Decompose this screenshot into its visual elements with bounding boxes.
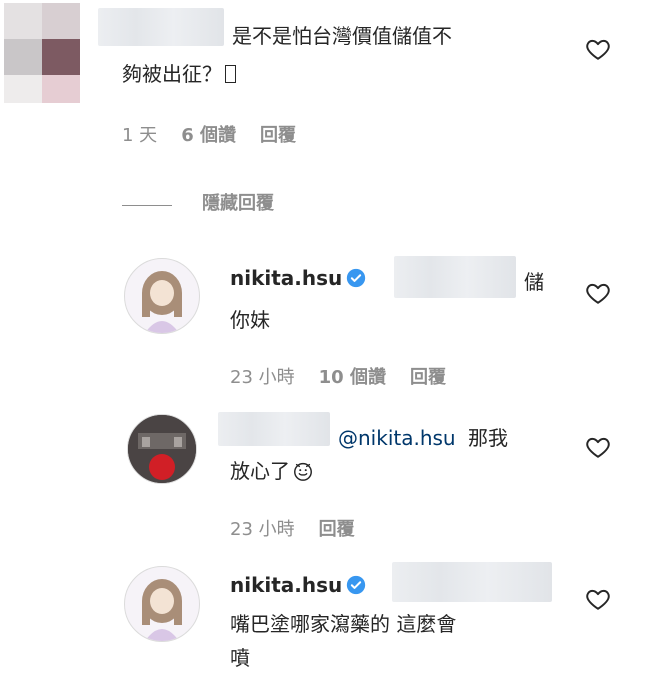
- reply1-username[interactable]: nikita.hsu: [230, 266, 342, 290]
- comment-likes[interactable]: 6 個讚: [181, 125, 236, 146]
- heart-outline-icon[interactable]: [584, 586, 612, 612]
- reply2-text-line2-content: 放心了: [230, 459, 290, 483]
- reply3-text-line1: 嘴巴塗哪家瀉藥的 這麼會: [230, 612, 457, 636]
- reply2-mention-link[interactable]: @nikita.hsu: [338, 426, 456, 450]
- reply2-time[interactable]: 23 小時: [230, 519, 295, 540]
- reply1-text-prefix: 儲: [524, 270, 544, 294]
- reply3-text-line2: 噴: [230, 646, 250, 670]
- hide-replies-divider: [122, 205, 172, 206]
- reply2-text-line2: 放心了: [230, 455, 314, 487]
- reply2-text-tail: 那我: [467, 426, 508, 450]
- reply2-meta: 23 小時 回覆: [230, 518, 379, 542]
- comment-text-line2-content: 夠被出征？: [122, 62, 222, 86]
- comment-meta: 1 天 6 個讚 回覆: [122, 124, 320, 148]
- reply3-username[interactable]: nikita.hsu: [230, 573, 342, 597]
- reply1-meta: 23 小時 10 個讚 回覆: [230, 366, 470, 390]
- heart-outline-icon[interactable]: [584, 434, 612, 460]
- avatar-illustration: [142, 271, 182, 333]
- nikita-avatar[interactable]: [124, 258, 200, 334]
- reply2-username-redacted[interactable]: [218, 412, 330, 446]
- heart-outline-icon[interactable]: [584, 36, 612, 62]
- missing-glyph-box: [225, 65, 236, 83]
- reply3-header: nikita.hsu: [230, 573, 366, 597]
- reply2-reply-button[interactable]: 回覆: [319, 519, 355, 540]
- comment-avatar-pixelated[interactable]: [4, 3, 80, 103]
- reply1-text-line2: 你妹: [230, 308, 270, 332]
- reply3-mention-redacted[interactable]: [392, 562, 552, 602]
- reply1-time[interactable]: 23 小時: [230, 367, 295, 388]
- hide-replies-button[interactable]: 隱藏回覆: [202, 192, 274, 216]
- comment-reply-button[interactable]: 回覆: [260, 125, 296, 146]
- verified-badge-icon: [347, 268, 366, 288]
- avatar-photo: [128, 415, 196, 483]
- reply2-text-line1: @nikita.hsu 那我: [338, 422, 508, 454]
- reply2-avatar[interactable]: [127, 414, 197, 484]
- comment-text-line2: 夠被出征？: [122, 58, 236, 90]
- comment-text-line1: 是不是怕台灣價值儲值不: [232, 24, 452, 48]
- reply1-mention-redacted[interactable]: [394, 256, 516, 298]
- smiley-icon: [294, 462, 312, 481]
- heart-outline-icon[interactable]: [584, 280, 612, 306]
- comment-username-redacted[interactable]: [98, 8, 224, 46]
- nikita-avatar[interactable]: [124, 566, 200, 642]
- reply1-header: nikita.hsu: [230, 266, 366, 290]
- verified-badge-icon: [347, 575, 366, 595]
- avatar-illustration: [142, 579, 182, 641]
- comment-time[interactable]: 1 天: [122, 125, 157, 146]
- reply1-reply-button[interactable]: 回覆: [410, 367, 446, 388]
- reply1-likes[interactable]: 10 個讚: [319, 367, 386, 388]
